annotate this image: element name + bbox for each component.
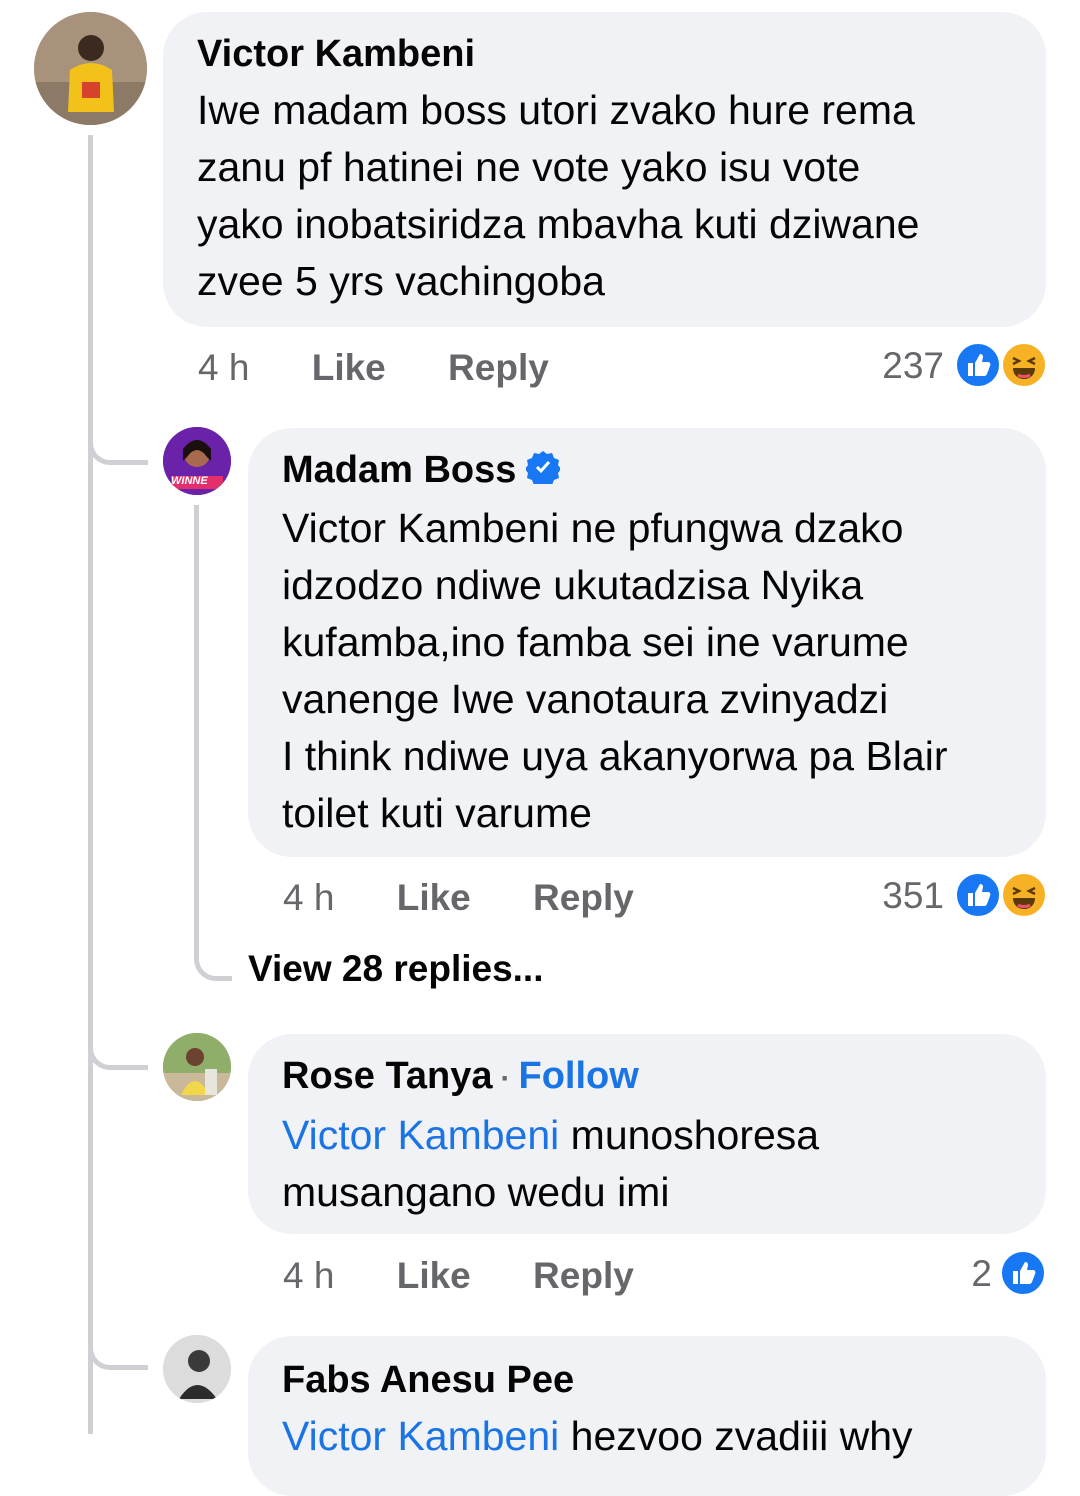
view-replies-connector [194,925,232,981]
reply-button[interactable]: Reply [533,877,634,918]
avatar[interactable]: WINNE [163,427,231,495]
view-replies-link[interactable]: View 28 replies... [248,948,544,990]
comment-line: Victor Kambeni ne pfungwa dzako [282,504,904,551]
comment-line: Iwe madam boss utori zvako hure rema [197,87,915,133]
comment-bubble: Madam Boss Victor Kambeni ne pfungwa dza… [248,428,1046,857]
like-icon [1000,1250,1046,1296]
haha-icon [1001,342,1047,388]
haha-icon [1001,872,1047,918]
comment-line: Victor Kambeni munoshoresa [282,1107,1026,1164]
comment-line: vanenge Iwe vanotaura zvinyadzi [282,675,889,722]
comment-text: Victor Kambeni hezvoo zvadiii why [282,1408,1026,1465]
comment-line: idzodzo ndiwe ukutadzisa Nyika [282,561,864,608]
timestamp: 4 h [283,877,335,918]
comment-text: Victor Kambeni munoshoresa musangano wed… [282,1107,1026,1221]
comment-bubble: Rose Tanya · Follow Victor Kambeni munosho… [248,1034,1046,1234]
comment-author[interactable]: Victor Kambeni [197,32,1016,76]
author-name[interactable]: Rose Tanya [282,1055,492,1097]
reaction-icons[interactable] [955,872,1047,918]
reaction-icons[interactable] [955,342,1047,388]
thread-line-nested [194,505,199,945]
comment-line: zanu pf hatinei ne vote yako isu vote [197,144,861,190]
comment-text-span: munoshoresa [559,1112,820,1158]
avatar[interactable] [163,1033,231,1101]
timestamp: 4 h [283,1255,335,1296]
comment-line: yako inobatsiridza mbavha kuti dziwane [197,201,920,247]
thread-line-main [88,135,93,1434]
comment-meta: 4 h Like Reply [198,346,549,390]
avatar-text: WINNE [171,475,208,487]
comment-line: Victor Kambeni hezvoo zvadiii why [282,1408,1026,1465]
verified-badge-icon [525,450,562,494]
mention-link[interactable]: Victor Kambeni [282,1112,559,1158]
follow-button[interactable]: Follow [518,1055,638,1097]
separator-dot: · [500,1062,511,1095]
comment-bubble: Fabs Anesu Pee Victor Kambeni hezvoo zva… [248,1336,1046,1496]
comment-line: musangano wedu imi [282,1169,670,1215]
timestamp: 4 h [198,347,250,388]
comment-meta: 4 h Like Reply [283,876,634,920]
like-icon [955,342,1001,388]
thread-connector [88,1305,148,1370]
reply-button[interactable]: Reply [448,347,549,388]
comment-author[interactable]: Fabs Anesu Pee [282,1358,1026,1402]
thread-connector [88,1005,148,1070]
comment-line: kufamba,ino famba sei ine varume [282,618,909,665]
comment-text: Victor Kambeni ne pfungwa dzako idzodzo … [282,500,1026,842]
avatar[interactable] [163,1335,231,1403]
thread-connector [88,400,148,465]
comment-line: toilet kuti varume [282,789,592,836]
like-button[interactable]: Like [397,877,471,918]
reaction-count[interactable]: 237 [860,344,944,388]
reaction-count[interactable]: 351 [860,874,944,918]
like-icon [955,872,1001,918]
avatar[interactable] [34,12,147,125]
mention-link[interactable]: Victor Kambeni [282,1413,559,1459]
comment-line: zvee 5 yrs vachingoba [197,258,605,304]
reaction-icons[interactable] [1000,1250,1046,1296]
reply-button[interactable]: Reply [533,1255,634,1296]
like-button[interactable]: Like [312,347,386,388]
comment-text: Iwe madam boss utori zvako hure rema zan… [197,82,1016,310]
comment-bubble: Victor Kambeni Iwe madam boss utori zvak… [163,12,1046,327]
comment-text-span: hezvoo zvadiii why [559,1413,913,1459]
comment-author: Rose Tanya · Follow [282,1054,1026,1101]
like-button[interactable]: Like [397,1255,471,1296]
comment-line: I think ndiwe uya akanyorwa pa Blair [282,732,948,779]
comment-author[interactable]: Madam Boss [282,448,1026,494]
author-name: Madam Boss [282,449,517,491]
reaction-count[interactable]: 2 [900,1252,992,1296]
comment-meta: 4 h Like Reply [283,1254,634,1298]
